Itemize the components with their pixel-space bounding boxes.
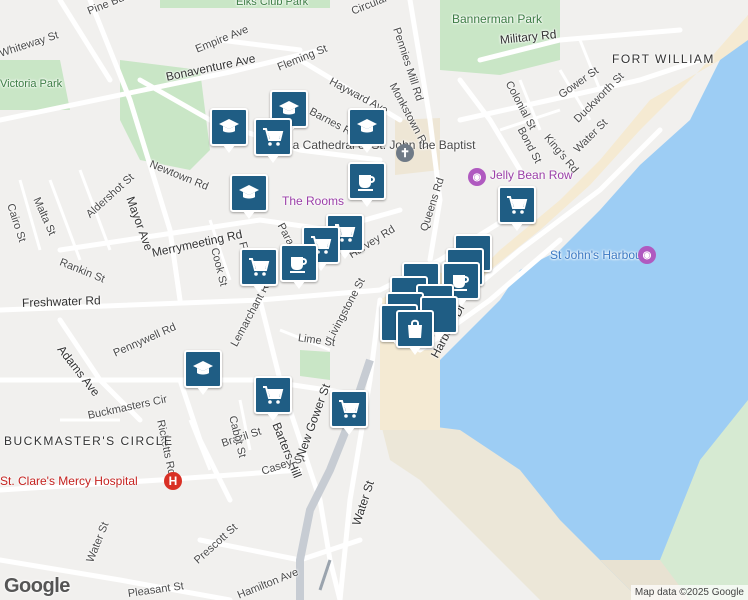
water-label: St John's Harbour [550,248,646,262]
graduation-cap-icon [193,361,213,375]
grocery-marker[interactable] [254,118,292,163]
cafe-marker[interactable] [280,244,318,289]
park-label: Elks Club Park [236,0,309,8]
poi-label-hospital: St. Clare's Mercy Hospital [0,474,138,488]
grocery-marker[interactable] [330,390,368,435]
coffee-cup-icon [290,257,307,273]
shopping-cart-icon [249,258,270,276]
education-marker[interactable] [230,174,268,219]
park-label: Bannerman Park [452,12,543,26]
google-logo: Google [4,575,70,597]
area-label: FORT WILLIAM [612,52,715,66]
grocery-marker[interactable] [254,376,292,421]
shopping-marker[interactable] [396,310,434,355]
education-marker[interactable] [210,108,248,153]
coffee-cup-icon [358,175,375,191]
education-marker[interactable] [348,108,386,153]
cafe-marker[interactable] [348,162,386,207]
shopping-cart-icon [263,128,284,146]
street-label: Freshwater Rd [21,293,101,310]
church-icon[interactable]: ✝ [396,144,414,162]
grocery-marker[interactable] [498,186,536,231]
shopping-cart-icon [507,196,528,214]
map-canvas[interactable]: Pine Bud Ave Empire Ave Circular Rd Flem… [0,0,748,600]
area-label: BUCKMASTER'S CIRCLE [4,434,174,448]
education-marker[interactable] [184,350,222,395]
grocery-marker[interactable] [240,248,278,293]
poi-label-rooms: The Rooms [282,194,345,208]
shopping-cart-icon [263,386,284,404]
graduation-cap-icon [239,185,259,199]
map-attribution: Map data ©2025 Google [630,585,748,600]
camera-icon[interactable]: ◉ [638,246,656,264]
hospital-icon[interactable]: H [164,472,182,490]
poi-label-jelly-bean: Jelly Bean Row [490,168,573,182]
park-label: Victoria Park [0,78,63,90]
shopping-bag-icon [408,319,422,338]
graduation-cap-icon [219,119,239,133]
map-base-layer [0,0,748,600]
graduation-cap-icon [357,119,377,133]
camera-icon[interactable]: ◉ [468,168,486,186]
shopping-cart-icon [339,400,360,418]
